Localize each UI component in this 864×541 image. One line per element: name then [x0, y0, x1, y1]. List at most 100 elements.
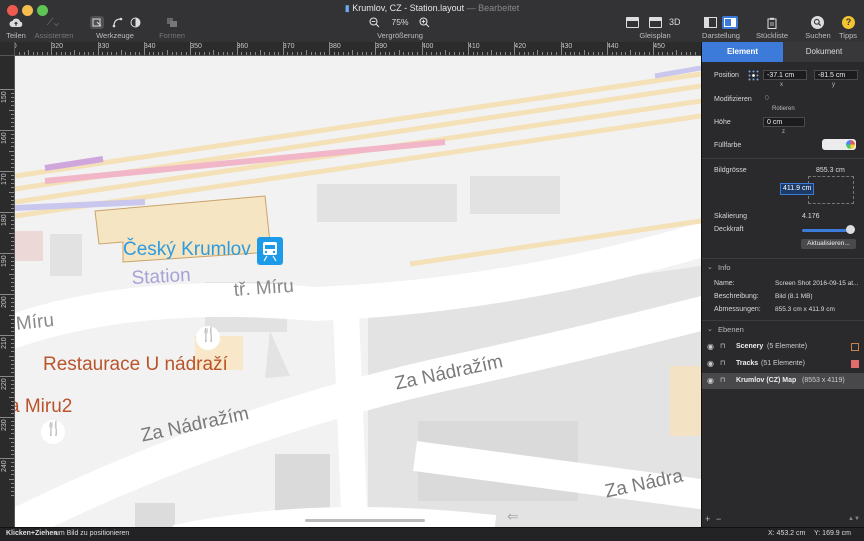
- ruler-tick-label: 410: [468, 43, 480, 50]
- restaurant-icon: 🍴: [45, 420, 63, 436]
- ruler-tick-label: 230: [1, 419, 8, 431]
- select-tool-button[interactable]: [90, 16, 104, 29]
- eye-icon[interactable]: ◉: [707, 342, 714, 351]
- ruler-tick: [551, 52, 553, 55]
- ruler-tick: [296, 52, 298, 55]
- ruler-tick: [11, 367, 14, 369]
- split-view-button[interactable]: [649, 17, 662, 28]
- ruler-tick: [620, 52, 622, 55]
- ruler-tick: [157, 52, 159, 55]
- street-label: tř. Míru: [233, 275, 295, 301]
- ruler-tick-label: 160: [1, 132, 8, 144]
- ruler-tick: [11, 265, 14, 267]
- ruler-tick: [11, 240, 14, 242]
- horizontal-scrollbar[interactable]: [305, 519, 425, 522]
- ruler-tick: [449, 52, 451, 55]
- ruler-tick-label: 430: [560, 43, 573, 50]
- tab-element[interactable]: Element: [702, 42, 783, 62]
- scroll-arrows-icon[interactable]: ▲▼: [848, 516, 860, 522]
- track-tool-icon: [112, 17, 122, 28]
- ruler-tick: [342, 52, 344, 55]
- tips-button[interactable]: ?: [842, 16, 855, 29]
- ruler-tick: [593, 52, 594, 55]
- search-label: Suchen: [805, 31, 831, 40]
- assistants-button[interactable]: ⟋⌄: [42, 15, 64, 29]
- ruler-tick: [477, 52, 479, 55]
- ruler-tick: [143, 42, 145, 55]
- ruler-tick: [74, 50, 76, 55]
- lock-open-icon[interactable]: ⊓: [720, 376, 725, 384]
- scale-label: Skalierung: [714, 213, 748, 220]
- ruler-tick: [514, 42, 516, 55]
- ruler-tick: [111, 52, 113, 55]
- ruler-tick: [676, 50, 678, 55]
- ruler-tick: [11, 384, 14, 386]
- ruler-tick: [11, 183, 14, 185]
- ruler-tick: [463, 52, 465, 55]
- layers-section-header[interactable]: Ebenen: [718, 325, 744, 334]
- ruler-tick: [11, 425, 14, 427]
- ruler-tick: [393, 52, 395, 55]
- anchor-grid-icon[interactable]: [748, 70, 759, 81]
- share-button[interactable]: [8, 15, 24, 29]
- lock-open-icon[interactable]: ⊓: [720, 359, 725, 367]
- left-panel-toggle[interactable]: [704, 17, 717, 28]
- opacity-slider-knob[interactable]: [846, 225, 855, 234]
- position-x-field[interactable]: -37.1 cm: [763, 70, 807, 80]
- ruler-tick: [11, 93, 14, 95]
- layout-canvas[interactable]: 🍴 🍴 Český Krumlov Station tř. Míru Míru …: [15, 56, 701, 527]
- ruler-tick: [11, 470, 14, 472]
- layer-color-swatch[interactable]: [851, 343, 859, 351]
- fill-color-well[interactable]: [822, 139, 856, 150]
- eye-icon[interactable]: ◉: [707, 359, 714, 368]
- cursor-x-readout: X: 453.2 cm: [768, 530, 806, 537]
- zoom-out-button[interactable]: [368, 16, 381, 29]
- ruler-tick: [11, 474, 14, 476]
- chevron-down-icon[interactable]: ⌄: [707, 325, 713, 333]
- lock-open-icon[interactable]: ⊓: [720, 342, 725, 350]
- image-height-field[interactable]: 411.9 cm: [780, 183, 815, 195]
- update-button[interactable]: Aktualisieren...: [801, 239, 856, 249]
- position-y-field[interactable]: -81.5 cm: [814, 70, 858, 80]
- layer-row-scenery[interactable]: ◉ ⊓ Scenery (5 Elemente): [702, 339, 864, 355]
- ruler-tick: [167, 50, 169, 55]
- ruler-tick-label: 180: [1, 214, 8, 226]
- parts-list-button[interactable]: [766, 16, 778, 29]
- scale-value[interactable]: 4.176: [802, 213, 820, 220]
- info-section-header[interactable]: Info: [718, 263, 731, 272]
- tab-document[interactable]: Dokument: [783, 42, 864, 62]
- ruler-tick: [11, 347, 14, 349]
- search-button[interactable]: [811, 16, 824, 29]
- window-icon: [627, 18, 638, 21]
- ruler-tick: [120, 50, 122, 55]
- layer-row-map[interactable]: ◉ ⊓ Krumlov (CZ) Map (8553 x 4119): [702, 373, 864, 389]
- chevron-down-icon[interactable]: ⌄: [707, 263, 713, 271]
- tips-label: Tipps: [838, 31, 858, 40]
- ruler-tick: [55, 52, 57, 55]
- image-width-value[interactable]: 855.3 cm: [816, 167, 845, 174]
- ruler-tick: [11, 105, 14, 107]
- height-field[interactable]: 0 cm: [763, 117, 805, 127]
- ruler-tick: [560, 42, 562, 55]
- view-3d-button[interactable]: 3D: [669, 17, 681, 27]
- ruler-tick: [11, 269, 14, 271]
- rotate-field[interactable]: 0: [765, 95, 769, 102]
- ruler-tick: [11, 158, 14, 160]
- add-layer-button[interactable]: +: [705, 514, 710, 524]
- draw-track-button[interactable]: [111, 16, 123, 29]
- layer-color-swatch[interactable]: [851, 360, 859, 368]
- shapes-button[interactable]: [165, 16, 179, 29]
- ruler-tick-label: 420: [514, 43, 526, 50]
- ruler-tick: [231, 52, 233, 55]
- ruler-tick: [305, 50, 307, 55]
- zoom-in-button[interactable]: [418, 16, 431, 29]
- contrast-button[interactable]: [129, 16, 141, 29]
- right-panel-toggle[interactable]: [722, 16, 738, 29]
- layer-row-tracks[interactable]: ◉ ⊓ Tracks (51 Elemente): [702, 356, 864, 372]
- ruler-tick: [329, 42, 331, 55]
- remove-layer-button[interactable]: −: [716, 514, 721, 524]
- modify-label: Modifizieren: [714, 96, 752, 103]
- ruler-tick: [42, 52, 44, 55]
- plan-view-button[interactable]: [626, 17, 639, 28]
- eye-icon[interactable]: ◉: [707, 376, 714, 385]
